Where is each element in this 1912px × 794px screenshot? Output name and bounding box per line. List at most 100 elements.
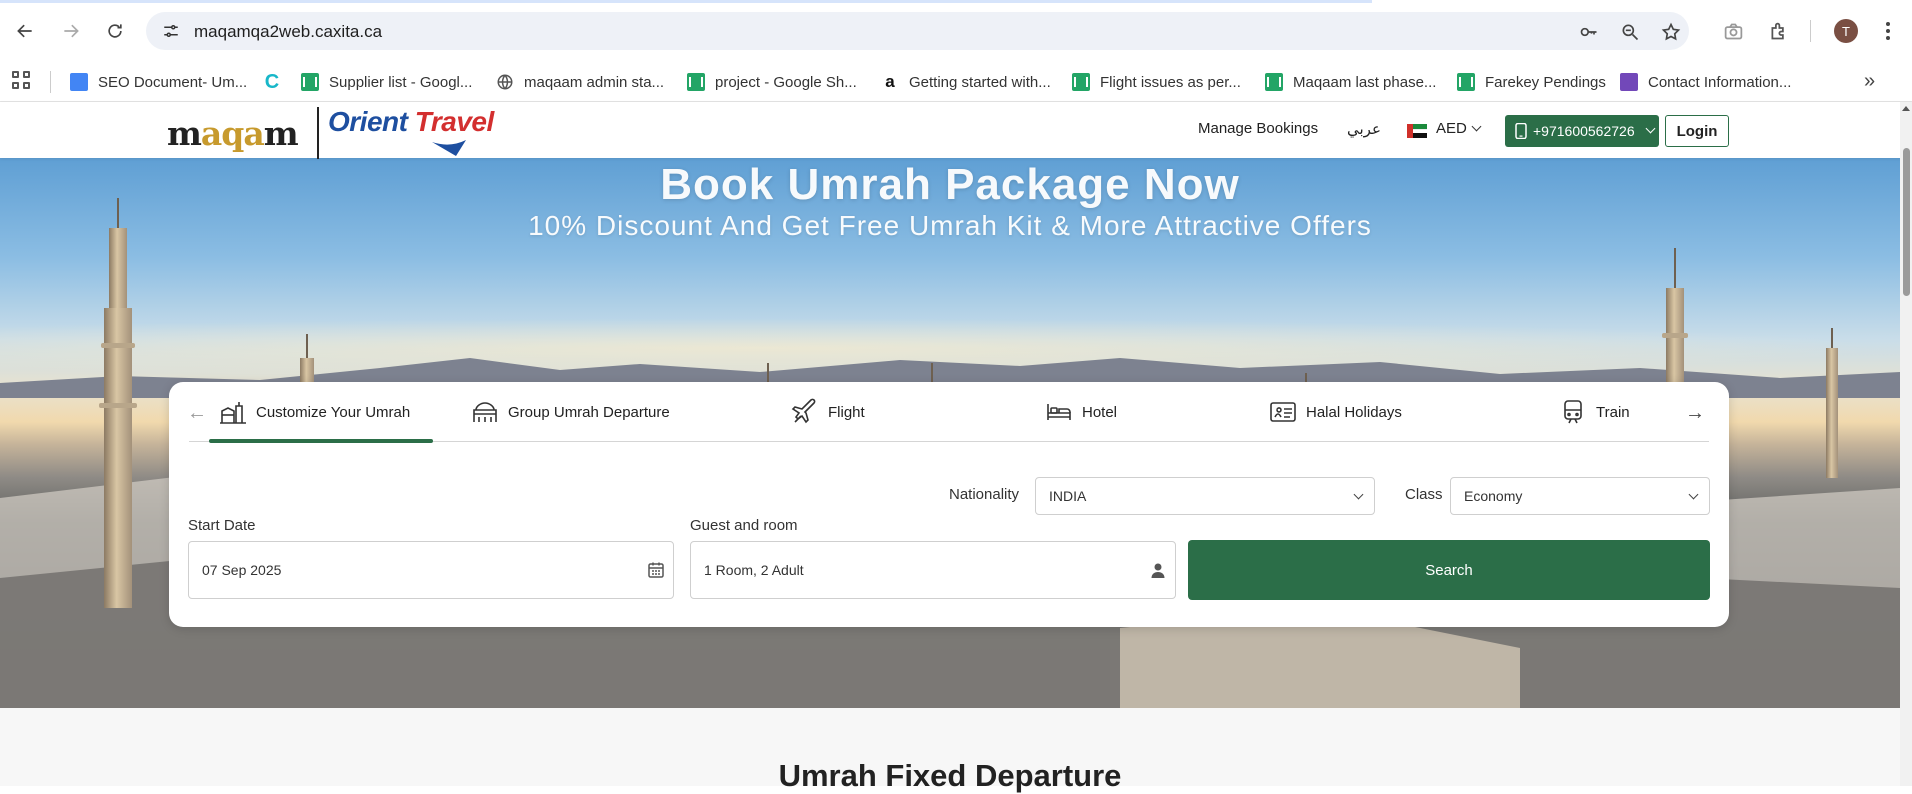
bookmark-item[interactable]: project - Google Sh... <box>687 62 857 102</box>
holiday-icon <box>1270 402 1296 422</box>
hero-title: Book Umrah Package Now <box>660 160 1240 209</box>
amazon-icon: a <box>885 72 895 91</box>
google-docs-icon <box>70 73 88 91</box>
google-sheets-icon <box>1265 73 1283 91</box>
apps-grid-icon[interactable] <box>12 71 32 91</box>
google-sheets-icon <box>301 73 319 91</box>
chevron-down-icon <box>1353 489 1364 500</box>
uae-flag-icon <box>1407 124 1427 138</box>
browser-toolbar: maqamqa2web.caxita.ca T <box>0 0 1912 62</box>
profile-avatar[interactable]: T <box>1834 19 1858 43</box>
user-icon <box>1151 563 1165 578</box>
tab-group-umrah[interactable]: Group Umrah Departure <box>471 382 670 442</box>
back-icon[interactable] <box>12 18 38 44</box>
browser-menu-icon[interactable] <box>1878 19 1898 43</box>
plane-icon <box>791 398 816 424</box>
phone-button[interactable]: +971600562726 <box>1505 115 1659 147</box>
start-date-label: Start Date <box>188 517 256 534</box>
train-icon <box>1564 400 1582 424</box>
minaret <box>1822 328 1842 478</box>
guest-room-value: 1 Room, 2 Adult <box>704 562 804 578</box>
currency-selector[interactable]: AED <box>1436 120 1482 137</box>
bookmark-item[interactable]: a Getting started with... <box>881 62 1050 102</box>
active-tab-indicator <box>209 439 433 443</box>
fixed-departure-section: Umrah Fixed Departure <box>0 708 1900 793</box>
currency-label: AED <box>1436 120 1467 137</box>
tab-customize-umrah[interactable]: Customize Your Umrah <box>219 382 410 442</box>
forward-icon[interactable] <box>58 18 84 44</box>
site-info-icon[interactable] <box>162 22 180 40</box>
tab-flight[interactable]: Flight <box>791 382 865 442</box>
phone-number: +971600562726 <box>1533 123 1635 139</box>
login-button[interactable]: Login <box>1665 115 1729 147</box>
tab-label: Customize Your Umrah <box>256 403 411 421</box>
reload-icon[interactable] <box>102 18 128 44</box>
google-sheets-icon <box>687 73 705 91</box>
tab-label: Flight <box>828 403 865 421</box>
maqam-logo[interactable]: maqam <box>167 114 299 153</box>
site-header: maqam Orient Travel Manage Bookings عربي… <box>0 102 1912 159</box>
google-sheets-icon <box>1457 73 1475 91</box>
tab-halal-holidays[interactable]: Halal Holidays <box>1269 382 1402 442</box>
bookmarks-divider <box>50 71 51 93</box>
tab-label: Hotel <box>1082 403 1118 421</box>
toolbar-divider <box>1810 20 1811 42</box>
password-key-icon[interactable] <box>1578 21 1600 43</box>
tab-label: Group Umrah Departure <box>508 403 670 421</box>
tab-hotel[interactable]: Hotel <box>1045 382 1117 442</box>
tabs-next-arrow-icon[interactable]: → <box>1685 402 1705 425</box>
calendar-icon <box>648 562 664 578</box>
start-date-value: 07 Sep 2025 <box>202 562 282 578</box>
chevron-down-icon <box>1645 123 1656 133</box>
language-switch[interactable]: عربي <box>1347 120 1381 138</box>
nationality-select[interactable]: INDIA <box>1035 477 1375 515</box>
bookmark-item[interactable]: SEO Document- Um... <box>70 62 247 102</box>
section-title: Umrah Fixed Departure <box>778 758 1122 793</box>
logo-divider <box>317 107 319 159</box>
chevron-down-icon <box>1688 489 1699 500</box>
bookmark-item[interactable]: Maqaam last phase... <box>1265 62 1436 102</box>
address-bar[interactable]: maqamqa2web.caxita.ca <box>146 12 1689 50</box>
bookmark-item[interactable]: Contact Information... <box>1620 62 1791 102</box>
chevron-down-icon <box>1471 121 1482 132</box>
class-value: Economy <box>1464 488 1523 504</box>
nationality-label: Nationality <box>949 486 1020 503</box>
guest-room-label: Guest and room <box>690 517 798 534</box>
manage-bookings-link[interactable]: Manage Bookings <box>1198 120 1318 137</box>
bookmark-item[interactable]: Flight issues as per... <box>1072 62 1241 102</box>
url-text[interactable]: maqamqa2web.caxita.ca <box>194 22 382 42</box>
class-select[interactable]: Economy <box>1450 477 1710 515</box>
tab-label: Train <box>1596 403 1630 421</box>
bookmark-item[interactable]: C <box>263 62 281 102</box>
scroll-up-icon[interactable] <box>1902 106 1910 111</box>
caxita-c-icon: C <box>264 70 280 93</box>
mobile-phone-icon <box>1515 123 1527 139</box>
extensions-icon[interactable] <box>1766 19 1790 43</box>
tabs-prev-arrow-icon[interactable]: ← <box>187 402 207 425</box>
start-date-input[interactable]: 07 Sep 2025 <box>188 541 674 599</box>
bookmark-star-icon[interactable] <box>1660 21 1682 43</box>
zoom-icon[interactable] <box>1619 21 1641 43</box>
nationality-value: INDIA <box>1049 488 1087 504</box>
hero-subtitle: 10% Discount And Get Free Umrah Kit & Mo… <box>528 210 1372 241</box>
camera-icon[interactable] <box>1721 19 1745 43</box>
bookmark-item[interactable]: maqaam admin sta... <box>496 62 664 102</box>
search-button[interactable]: Search <box>1188 540 1710 600</box>
guest-room-input[interactable]: 1 Room, 2 Adult <box>690 541 1176 599</box>
tab-train[interactable]: Train <box>1559 382 1630 442</box>
bookmark-item[interactable]: Supplier list - Googl... <box>301 62 472 102</box>
class-label: Class <box>1405 486 1443 503</box>
bookmarks-bar: SEO Document- Um... C Supplier list - Go… <box>0 62 1912 102</box>
bed-icon <box>1047 404 1071 420</box>
page-scrollbar[interactable] <box>1900 102 1912 786</box>
orient-travel-logo[interactable]: Orient Travel <box>328 106 494 138</box>
google-forms-icon <box>1620 73 1638 91</box>
kaaba-icon <box>220 402 246 424</box>
tab-strip-edge <box>0 0 1372 3</box>
search-widget: ← Customize Your Umrah Group Umrah Depar… <box>169 382 1729 627</box>
scrollbar-thumb[interactable] <box>1903 148 1910 296</box>
more-bookmarks-icon[interactable]: » <box>1864 70 1875 93</box>
google-sheets-icon <box>1072 73 1090 91</box>
bookmark-item[interactable]: Farekey Pendings <box>1457 62 1606 102</box>
orient-swoosh-icon <box>432 140 466 156</box>
